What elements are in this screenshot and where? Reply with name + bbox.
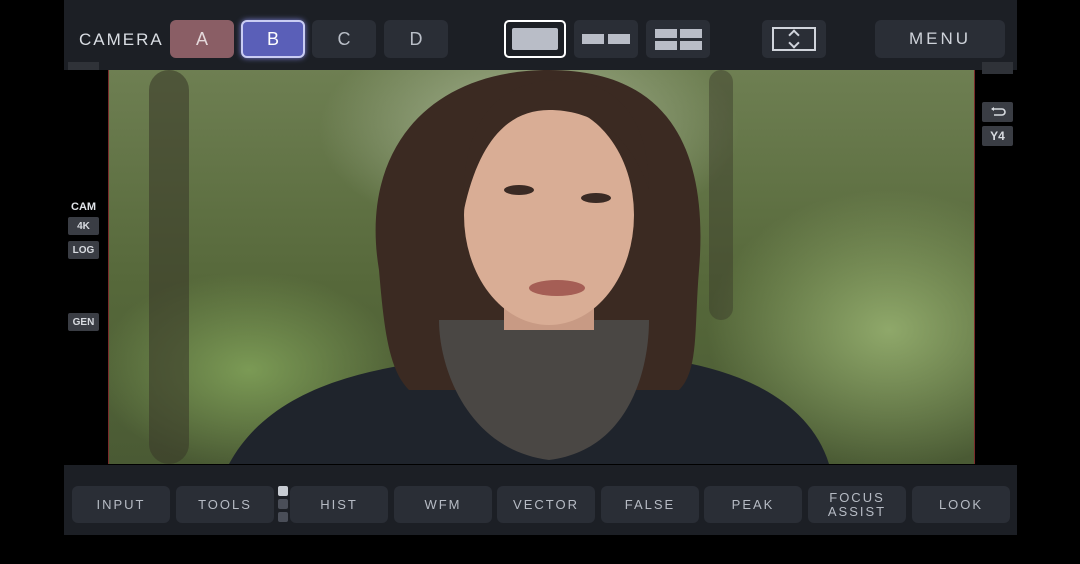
right-indicator-strip	[982, 62, 1013, 74]
camera-d-button[interactable]: D	[384, 20, 448, 58]
video-viewport[interactable]	[108, 70, 975, 464]
layout-single-button[interactable]	[504, 20, 566, 58]
log-badge: LOG	[68, 241, 99, 259]
camera-c-button[interactable]: C	[312, 20, 376, 58]
left-indicator-strip	[68, 62, 99, 70]
vector-button[interactable]: VECTOR	[497, 486, 595, 523]
expand-icon	[772, 27, 816, 51]
hist-button[interactable]: HIST	[290, 486, 388, 523]
resolution-badge: 4K	[68, 217, 99, 235]
camera-b-button[interactable]: B	[241, 20, 305, 58]
y-status-badge: Y4	[982, 126, 1013, 146]
top-toolbar: CAMERA A B C D MENU	[64, 0, 1017, 70]
fullscreen-toggle-button[interactable]	[762, 20, 826, 58]
wfm-button[interactable]: WFM	[394, 486, 492, 523]
layout-quad-button[interactable]	[646, 20, 710, 58]
input-button[interactable]: INPUT	[72, 486, 170, 523]
camera-a-button[interactable]: A	[170, 20, 234, 58]
subject-figure	[229, 70, 829, 464]
peak-button[interactable]: PEAK	[704, 486, 802, 523]
focus-assist-button[interactable]: FOCUS ASSIST	[808, 486, 906, 523]
false-color-button[interactable]: FALSE	[601, 486, 699, 523]
loop-icon	[982, 102, 1013, 122]
tools-button[interactable]: TOOLS	[176, 486, 274, 523]
layout-dual-button[interactable]	[574, 20, 638, 58]
quad-view-icon	[654, 28, 702, 50]
dual-view-icon	[582, 34, 630, 44]
menu-button[interactable]: MENU	[875, 20, 1005, 58]
look-button[interactable]: LOOK	[912, 486, 1010, 523]
cam-status-label: CAM	[71, 201, 97, 213]
single-view-icon	[512, 28, 558, 50]
tool-page-indicator[interactable]	[278, 486, 288, 525]
camera-label: CAMERA	[79, 30, 164, 49]
bottom-toolbar: INPUT TOOLS HIST WFM VECTOR FALSE PEAK F…	[64, 465, 1017, 535]
genlock-badge: GEN	[68, 313, 99, 331]
